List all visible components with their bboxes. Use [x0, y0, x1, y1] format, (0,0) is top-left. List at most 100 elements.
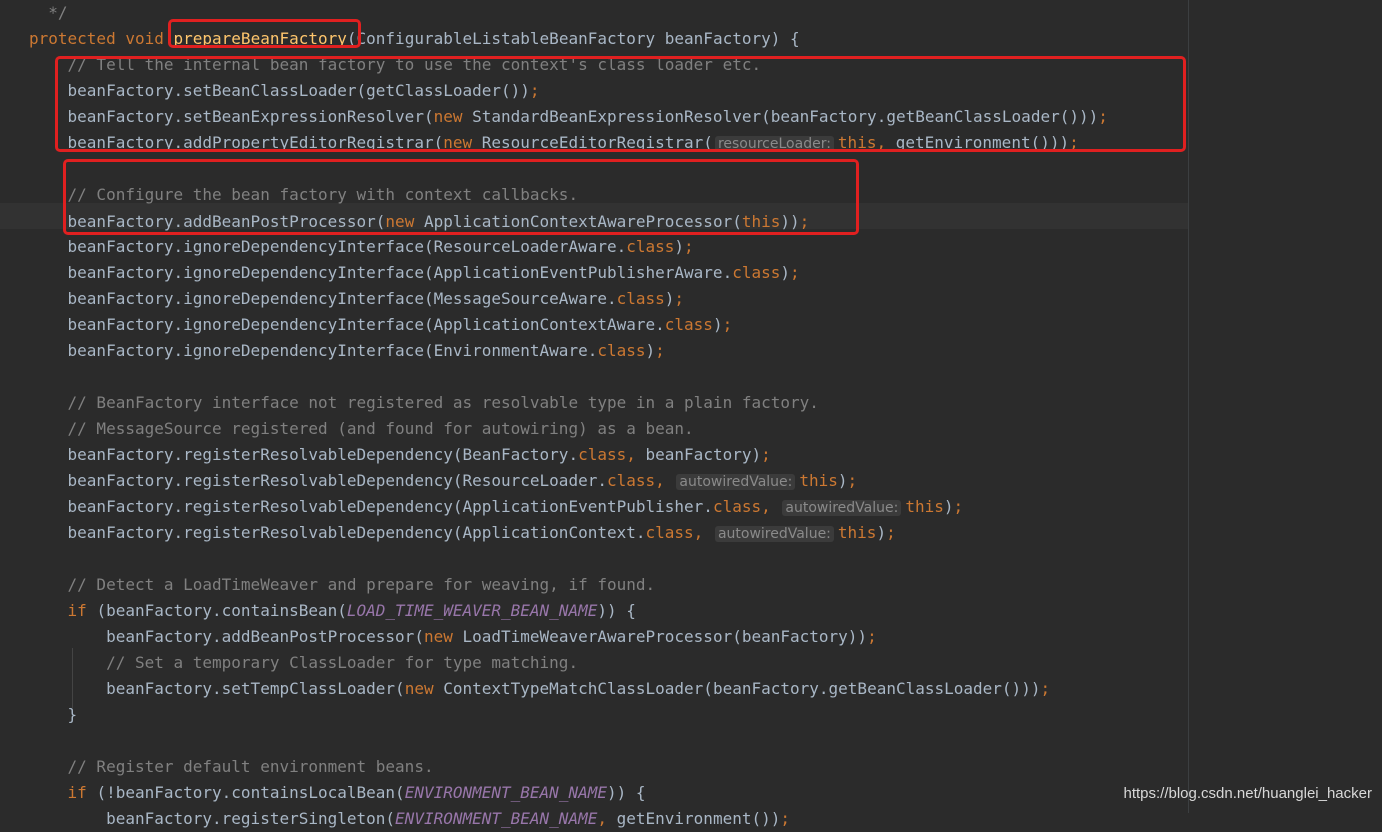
code-token-plain: )) { [597, 601, 636, 620]
code-token-keyword: ; [847, 471, 858, 490]
code-token-const: ENVIRONMENT_BEAN_NAME [395, 809, 598, 828]
code-token-keyword: if [67, 783, 97, 802]
code-token-comment: */ [48, 3, 68, 22]
code-line[interactable]: beanFactory.setTempClassLoader(new Conte… [29, 676, 1050, 702]
code-token-plain: beanFactory.setTempClassLoader( [106, 679, 405, 698]
code-line[interactable]: beanFactory.registerResolvableDependency… [29, 468, 857, 494]
code-token-plain: ContextTypeMatchClassLoader(beanFactory.… [443, 679, 1041, 698]
code-line[interactable]: beanFactory.registerSingleton(ENVIRONMEN… [29, 806, 790, 832]
code-token-keyword: this [741, 212, 781, 231]
code-token-keyword: this, [837, 133, 896, 152]
code-token-plain: beanFactory.ignoreDependencyInterface(Me… [67, 289, 617, 308]
code-token-keyword: class [664, 315, 713, 334]
code-token-keyword: class [616, 289, 665, 308]
code-token-keyword: ; [1069, 133, 1079, 152]
code-token-plain: getEnvironment())) [895, 133, 1070, 152]
code-token-plain: (ConfigurableListableBeanFactory beanFac… [346, 29, 800, 48]
code-token-plain: beanFactory.registerResolvableDependency… [67, 497, 713, 516]
code-token-keyword: new [423, 627, 463, 646]
code-line[interactable]: // MessageSource registered (and found f… [29, 416, 694, 442]
code-line[interactable]: if (!beanFactory.containsLocalBean(ENVIR… [29, 780, 646, 806]
code-token-plain: beanFactory.registerSingleton( [106, 809, 396, 828]
code-token-keyword: ; [867, 627, 877, 646]
code-line[interactable]: beanFactory.registerResolvableDependency… [29, 520, 896, 546]
code-token-const: LOAD_TIME_WEAVER_BEAN_NAME [346, 601, 598, 620]
code-token-plain: } [67, 705, 78, 724]
code-line[interactable]: } [29, 702, 78, 728]
code-token-keyword: ; [1098, 107, 1108, 126]
code-token-keyword: ; [529, 81, 540, 100]
code-token-comment: // Detect a LoadTimeWeaver and prepare f… [67, 575, 656, 594]
code-token-plain: beanFactory.ignoreDependencyInterface(Ap… [67, 315, 665, 334]
code-editor[interactable]: */ protected void prepareBeanFactory(Conf… [0, 0, 1382, 828]
code-token-keyword: void [125, 29, 174, 48]
parameter-hint: resourceLoader: [714, 136, 834, 152]
code-token-plain: LoadTimeWeaverAwareProcessor(beanFactory… [462, 627, 868, 646]
code-token-keyword: ; [1040, 679, 1051, 698]
code-line[interactable]: // Set a temporary ClassLoader for type … [29, 650, 578, 676]
code-line[interactable]: if (beanFactory.containsBean(LOAD_TIME_W… [29, 598, 636, 624]
code-token-plain: beanFactory.addPropertyEditorRegistrar( [67, 133, 444, 152]
code-token-comment: // Register default environment beans. [67, 757, 434, 776]
code-line[interactable]: protected void prepareBeanFactory(Config… [29, 26, 800, 52]
code-token-keyword: new [443, 133, 482, 152]
code-line[interactable]: beanFactory.ignoreDependencyInterface(Ap… [29, 312, 733, 338]
code-token-plain: StandardBeanExpressionResolver(beanFacto… [472, 107, 1099, 126]
code-token-keyword: ; [655, 341, 665, 360]
code-token-comment: // MessageSource registered (and found f… [67, 419, 694, 438]
code-line[interactable]: beanFactory.ignoreDependencyInterface(Me… [29, 286, 685, 312]
code-token-keyword: , [597, 809, 617, 828]
code-token-plain: beanFactory.setBeanExpressionResolver( [67, 107, 434, 126]
code-line[interactable]: beanFactory.registerResolvableDependency… [29, 442, 771, 468]
code-token-plain: beanFactory.ignoreDependencyInterface(En… [67, 341, 598, 360]
right-margin-guide [1188, 0, 1189, 813]
code-token-keyword: new [433, 107, 473, 126]
parameter-hint: autowiredValue: [782, 500, 902, 516]
code-token-plain: ) [645, 341, 656, 360]
code-line-current[interactable]: beanFactory.addBeanPostProcessor(new App… [29, 209, 810, 235]
code-token-keyword: this [799, 471, 838, 490]
code-line[interactable]: // Detect a LoadTimeWeaver and prepare f… [29, 572, 656, 598]
code-token-keyword: class [732, 263, 781, 282]
code-token-plain: getEnvironment()) [616, 809, 781, 828]
code-token-keyword: protected [29, 29, 126, 48]
code-token-keyword: ; [953, 497, 964, 516]
code-token-plain: beanFactory.registerResolvableDependency… [67, 445, 579, 464]
code-token-keyword: class, [606, 471, 675, 490]
code-token-plain: beanFactory) [645, 445, 762, 464]
code-line[interactable]: // Tell the internal bean factory to use… [29, 52, 762, 78]
code-line[interactable]: beanFactory.setBeanExpressionResolver(ne… [29, 104, 1108, 130]
code-line[interactable]: beanFactory.ignoreDependencyInterface(Re… [29, 234, 694, 260]
code-token-keyword: class [626, 237, 675, 256]
code-token-plain: (beanFactory.containsBean( [96, 601, 347, 620]
code-token-plain: ResourceEditorRegistrar( [481, 133, 713, 152]
code-line[interactable]: beanFactory.addPropertyEditorRegistrar(n… [29, 130, 1079, 156]
parameter-hint: autowiredValue: [676, 474, 796, 490]
code-line[interactable]: // BeanFactory interface not registered … [29, 390, 819, 416]
code-line[interactable]: // Register default environment beans. [29, 754, 434, 780]
code-token-keyword: if [67, 601, 97, 620]
code-token-method: prepareBeanFactory [173, 29, 347, 48]
code-token-keyword: class [597, 341, 646, 360]
code-token-keyword: new [404, 679, 444, 698]
code-line[interactable]: beanFactory.ignoreDependencyInterface(En… [29, 338, 665, 364]
code-token-plain: ) [664, 289, 675, 308]
code-token-plain: )) { [606, 783, 646, 802]
code-line[interactable]: beanFactory.setBeanClassLoader(getClassL… [29, 78, 540, 104]
code-token-keyword: ; [761, 445, 771, 464]
code-token-keyword: class, [712, 497, 781, 516]
code-token-plain: ) [674, 237, 685, 256]
code-token-plain: beanFactory.addBeanPostProcessor( [106, 627, 424, 646]
code-token-plain: ) [712, 315, 723, 334]
code-token-keyword: ; [780, 809, 791, 828]
code-token-plain: beanFactory.registerResolvableDependency… [67, 471, 607, 490]
code-line[interactable]: beanFactory.addBeanPostProcessor(new Loa… [29, 624, 877, 650]
code-token-plain: ApplicationContextAwareProcessor( [423, 212, 742, 231]
code-line[interactable]: beanFactory.ignoreDependencyInterface(Ap… [29, 260, 800, 286]
code-line[interactable]: // Configure the bean factory with conte… [29, 182, 579, 208]
code-token-plain: ) [837, 471, 848, 490]
code-line[interactable]: */ [29, 0, 68, 26]
code-line[interactable]: beanFactory.registerResolvableDependency… [29, 494, 963, 520]
code-token-plain: (!beanFactory.containsLocalBean( [96, 783, 405, 802]
code-token-plain: )) [780, 212, 800, 231]
